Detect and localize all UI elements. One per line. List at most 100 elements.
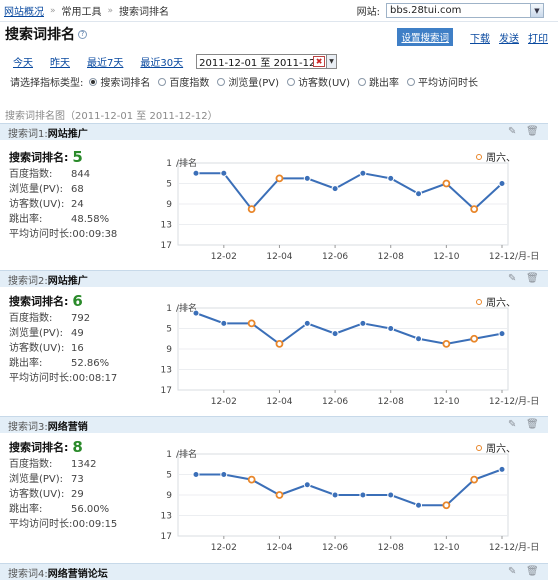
data-point — [220, 319, 228, 327]
radio-button[interactable] — [89, 77, 98, 86]
x-tick-label: 12-06 — [322, 252, 348, 262]
x-tick-label: 12-12 — [489, 397, 515, 407]
keyword-name: 网络营销 — [47, 421, 88, 433]
y-tick-label: 1 — [166, 159, 172, 169]
x-tick-label: 12-02 — [211, 252, 237, 262]
data-point — [303, 481, 311, 489]
x-tick-label: 12-02 — [211, 397, 237, 407]
download-link[interactable]: 下载 — [470, 30, 490, 45]
weekend-data-point — [442, 339, 451, 348]
keyword-block: 搜索词3: 网络营销 ✎ 🗑 搜索词排名: 8 百度指数: 1342 浏览量(PV)… — [0, 416, 548, 561]
metric-option-avgtime[interactable]: 平均访问时长 — [407, 74, 478, 89]
send-link[interactable]: 发送 — [499, 30, 519, 45]
breadcrumb-home-link[interactable]: 网站概况 — [4, 3, 44, 18]
y-tick-label: 13 — [161, 366, 172, 376]
calendar-icon[interactable]: ✖ — [313, 56, 326, 67]
x-tick-label: 12-06 — [322, 397, 348, 407]
metric-option-rank[interactable]: 搜索词排名 — [89, 74, 150, 89]
date-yesterday-link[interactable]: 昨天 — [50, 54, 70, 69]
section-title: 搜索词排名图（2011-12-01 至 2011-12-12） — [5, 111, 218, 122]
rank-row: 搜索词排名: 8 — [9, 438, 83, 456]
pencil-icon[interactable]: ✎ — [508, 419, 516, 430]
keyword-block: 搜索词1: 网站推广 ✎ 🗑 搜索词排名: 5 百度指数: 844 浏览量(PV):… — [0, 123, 548, 273]
data-point — [192, 471, 200, 478]
date-last30-link[interactable]: 最近30天 — [140, 54, 183, 69]
data-point — [303, 319, 311, 327]
x-tick-label: 12-10 — [433, 397, 459, 407]
radio-button[interactable] — [407, 77, 416, 86]
x-tick-label: 12-10 — [433, 252, 459, 262]
data-point — [359, 491, 367, 499]
y-tick-label: 9 — [166, 200, 172, 210]
radio-button[interactable] — [158, 77, 167, 86]
data-point — [359, 319, 367, 327]
y-tick-label: 13 — [161, 221, 172, 231]
date-filter: 今天 昨天 最近7天 最近30天 2011-12-01 至 2011-12-12… — [13, 54, 338, 69]
rank-row: 搜索词排名: 6 — [9, 292, 83, 310]
print-link[interactable]: 打印 — [528, 30, 548, 45]
site-label: 网站: — [356, 7, 380, 18]
weekend-data-point — [470, 205, 479, 214]
keyword-block: 搜索词4: 网络营销论坛 ✎ 🗑 — [0, 563, 548, 580]
chevron-down-icon[interactable]: ▼ — [530, 4, 543, 17]
trash-icon[interactable]: 🗑 — [526, 126, 539, 137]
site-select[interactable]: bbs.28tui.com ▼ — [386, 3, 544, 18]
y-tick-label: 1 — [166, 304, 172, 314]
rank-chart: 1591317/排名12-02 12-04 12-06 12-08 12-10 12-12… — [161, 157, 540, 262]
x-tick-label: 12-04 — [266, 543, 292, 553]
trash-icon[interactable]: 🗑 — [526, 273, 539, 284]
metric-option-pv[interactable]: 浏览量(PV) — [217, 74, 279, 89]
keyword-name: 网络营销论坛 — [47, 568, 108, 580]
x-tick-label: 12-10 — [433, 543, 459, 553]
y-tick-label: 13 — [161, 512, 172, 522]
radio-button[interactable] — [358, 77, 367, 86]
radio-button[interactable] — [287, 77, 296, 86]
radio-button[interactable] — [217, 77, 226, 86]
x-axis-label: /月-日 — [515, 542, 539, 553]
pencil-icon[interactable]: ✎ — [508, 273, 516, 284]
pencil-icon[interactable]: ✎ — [508, 126, 516, 137]
page-title: 搜索词排名 ? — [5, 24, 87, 44]
date-range-input[interactable]: 2011-12-01 至 2011-12-12 ✖ ▼ — [196, 54, 338, 69]
metric-option-bounce[interactable]: 跳出率 — [358, 74, 399, 89]
data-point — [220, 471, 228, 478]
rank-value: 8 — [72, 438, 83, 456]
weekend-data-point — [247, 319, 256, 328]
data-point — [331, 185, 339, 193]
metric-option-uv[interactable]: 访客数(UV) — [287, 74, 350, 89]
pencil-icon[interactable]: ✎ — [508, 566, 516, 577]
site-selector: 网站: bbs.28tui.com ▼ — [357, 3, 544, 18]
metric-type-selector: 请选择指标类型: 搜索词排名 百度指数 浏览量(PV) 访客数(UV) 跳出率 … — [10, 74, 486, 89]
date-last7-link[interactable]: 最近7天 — [87, 54, 123, 69]
date-today-link[interactable]: 今天 — [13, 54, 33, 69]
y-tick-label: 17 — [161, 386, 172, 396]
question-icon[interactable]: ? — [78, 29, 87, 39]
data-point — [415, 335, 423, 343]
x-tick-label: 12-08 — [378, 397, 404, 407]
y-tick-label: 17 — [161, 241, 172, 251]
keyword-header: 搜索词4: 网络营销论坛 ✎ 🗑 — [0, 563, 548, 580]
weekend-data-point — [275, 174, 284, 183]
x-tick-label: 12-08 — [378, 543, 404, 553]
site-value: bbs.28tui.com — [390, 5, 462, 16]
data-point — [192, 169, 200, 177]
y-tick-label: 1 — [166, 450, 172, 460]
data-point — [359, 169, 367, 177]
chevron-down-icon[interactable]: ▼ — [326, 55, 337, 68]
data-point — [415, 501, 423, 509]
data-point — [498, 465, 506, 473]
rank-chart: 1591317/排名12-02 12-04 12-06 12-08 12-10 12-12… — [161, 302, 540, 407]
settings-button[interactable]: 设置搜索词 — [397, 28, 453, 46]
y-tick-label: 17 — [161, 532, 172, 542]
weekend-data-point — [247, 475, 256, 484]
trash-icon[interactable]: 🗑 — [526, 566, 539, 577]
metric-option-baidu[interactable]: 百度指数 — [158, 74, 209, 89]
data-point — [220, 169, 228, 177]
y-tick-label: 5 — [166, 471, 172, 481]
x-axis-label: /月-日 — [515, 251, 539, 262]
trash-icon[interactable]: 🗑 — [526, 419, 539, 430]
y-tick-label: 9 — [166, 491, 172, 501]
rank-chart: 1591317/排名12-02 12-04 12-06 12-08 12-10 12-12… — [161, 448, 540, 553]
x-tick-label: 12-06 — [322, 543, 348, 553]
rank-value: 6 — [72, 292, 83, 310]
